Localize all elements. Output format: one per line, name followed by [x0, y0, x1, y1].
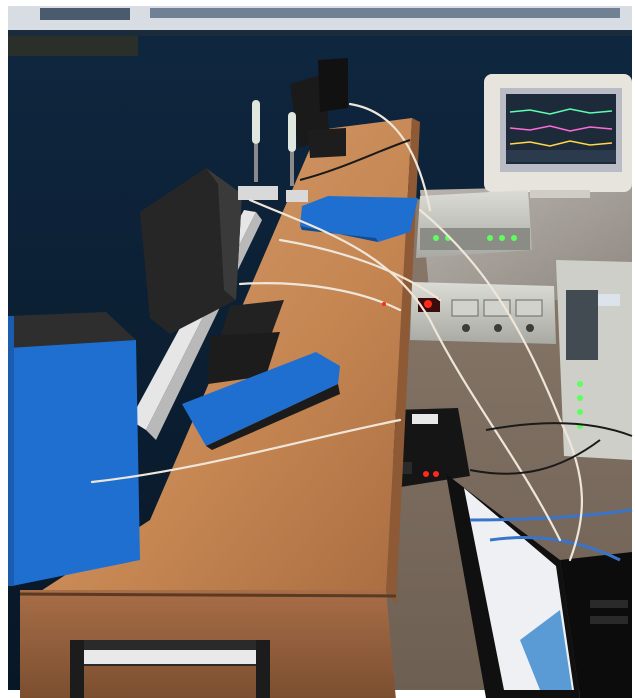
rack-instrument-upper: [416, 190, 532, 258]
large-blue-foam-block: [8, 312, 140, 586]
red-indicator-led: [382, 302, 386, 306]
oscilloscope: [556, 260, 632, 460]
computer-monitor: [484, 74, 632, 198]
power-supply: [410, 282, 556, 344]
photo-scene: [0, 0, 635, 698]
